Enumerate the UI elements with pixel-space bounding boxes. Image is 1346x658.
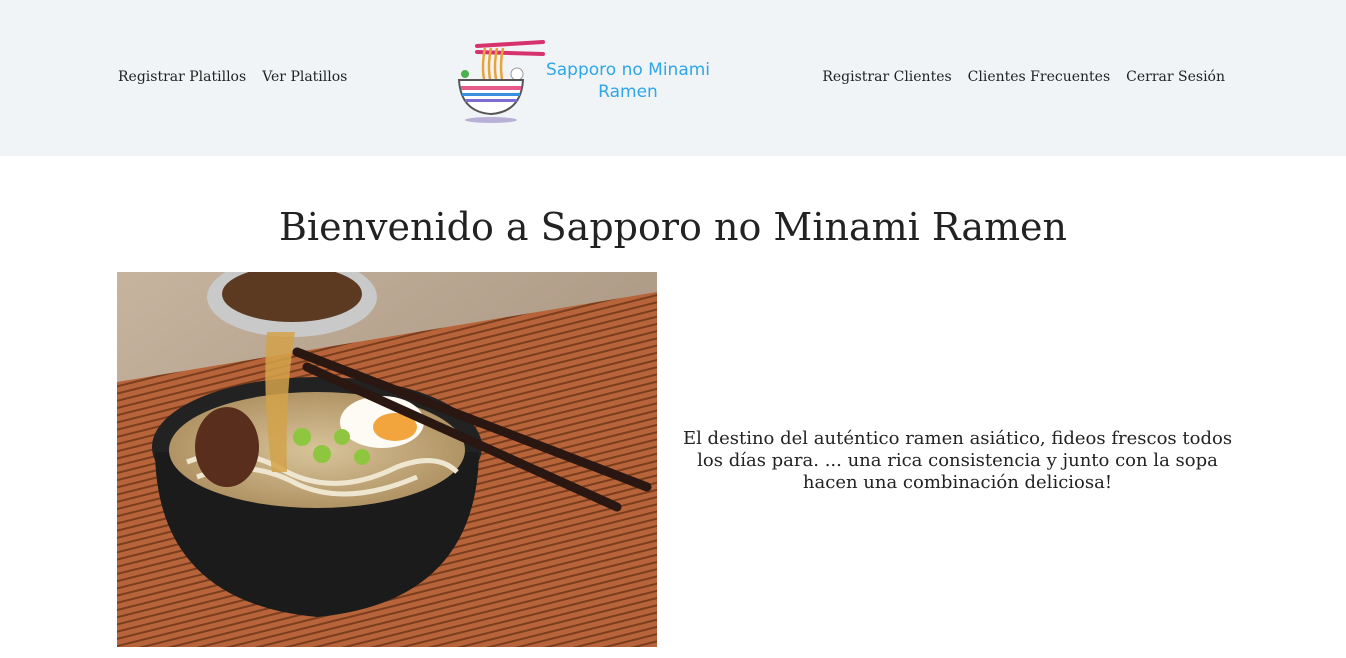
nav-clientes-frecuentes[interactable]: Clientes Frecuentes — [968, 69, 1110, 85]
nav-left: Registrar Platillos Ver Platillos — [118, 69, 347, 85]
site-header: Registrar Platillos Ver Platillos Sappor… — [0, 0, 1346, 156]
site-logo[interactable]: Sapporo no Minami Ramen — [455, 34, 745, 126]
ramen-hero-image — [117, 272, 657, 647]
logo-line-1: Sapporo no Minami — [545, 60, 711, 80]
nav-registrar-platillos[interactable]: Registrar Platillos — [118, 69, 246, 85]
logo-text: Sapporo no Minami Ramen — [533, 59, 723, 103]
tagline: El destino del auténtico ramen asiático,… — [682, 428, 1233, 493]
nav-right: Registrar Clientes Clientes Frecuentes C… — [822, 69, 1225, 85]
logo-line-2: Ramen — [598, 82, 658, 102]
page-title: Bienvenido a Sapporo no Minami Ramen — [279, 205, 1067, 249]
nav-cerrar-sesion[interactable]: Cerrar Sesión — [1126, 69, 1225, 85]
nav-registrar-clientes[interactable]: Registrar Clientes — [822, 69, 951, 85]
nav-ver-platillos[interactable]: Ver Platillos — [262, 69, 347, 85]
